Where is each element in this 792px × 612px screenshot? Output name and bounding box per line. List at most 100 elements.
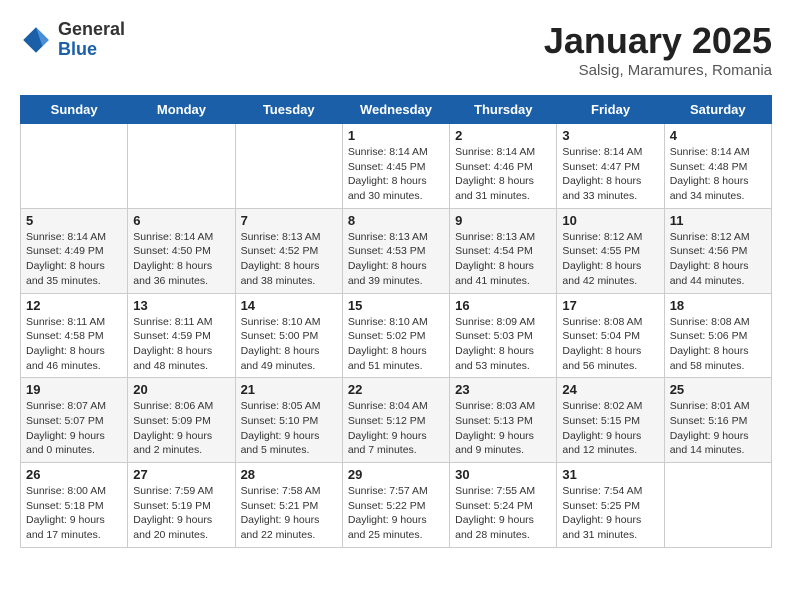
table-row: 9 Sunrise: 8:13 AM Sunset: 4:54 PM Daylig…	[450, 208, 557, 293]
table-row: 31 Sunrise: 7:54 AM Sunset: 5:25 PM Dayli…	[557, 463, 664, 548]
logo-icon	[20, 24, 52, 56]
day-info: Sunrise: 8:14 AM Sunset: 4:45 PM Dayligh…	[348, 145, 444, 204]
table-row: 5 Sunrise: 8:14 AM Sunset: 4:49 PM Daylig…	[21, 208, 128, 293]
table-row: 19 Sunrise: 8:07 AM Sunset: 5:07 PM Dayli…	[21, 378, 128, 463]
day-info: Sunrise: 7:54 AM Sunset: 5:25 PM Dayligh…	[562, 484, 658, 543]
table-row: 7 Sunrise: 8:13 AM Sunset: 4:52 PM Daylig…	[235, 208, 342, 293]
col-thursday: Thursday	[450, 96, 557, 124]
col-tuesday: Tuesday	[235, 96, 342, 124]
day-number: 29	[348, 467, 444, 482]
table-row	[21, 124, 128, 209]
calendar-week-row: 26 Sunrise: 8:00 AM Sunset: 5:18 PM Dayli…	[21, 463, 772, 548]
day-info: Sunrise: 8:08 AM Sunset: 5:04 PM Dayligh…	[562, 315, 658, 374]
col-saturday: Saturday	[664, 96, 771, 124]
col-monday: Monday	[128, 96, 235, 124]
table-row: 17 Sunrise: 8:08 AM Sunset: 5:04 PM Dayli…	[557, 293, 664, 378]
day-number: 4	[670, 128, 766, 143]
table-row: 29 Sunrise: 7:57 AM Sunset: 5:22 PM Dayli…	[342, 463, 449, 548]
table-row: 26 Sunrise: 8:00 AM Sunset: 5:18 PM Dayli…	[21, 463, 128, 548]
col-wednesday: Wednesday	[342, 96, 449, 124]
day-info: Sunrise: 8:12 AM Sunset: 4:56 PM Dayligh…	[670, 230, 766, 289]
table-row: 24 Sunrise: 8:02 AM Sunset: 5:15 PM Dayli…	[557, 378, 664, 463]
day-info: Sunrise: 8:14 AM Sunset: 4:50 PM Dayligh…	[133, 230, 229, 289]
day-number: 22	[348, 382, 444, 397]
table-row: 22 Sunrise: 8:04 AM Sunset: 5:12 PM Dayli…	[342, 378, 449, 463]
table-row: 4 Sunrise: 8:14 AM Sunset: 4:48 PM Daylig…	[664, 124, 771, 209]
table-row	[235, 124, 342, 209]
day-info: Sunrise: 8:10 AM Sunset: 5:02 PM Dayligh…	[348, 315, 444, 374]
table-row: 10Sunrise: 8:12 AM Sunset: 4:55 PM Dayli…	[557, 208, 664, 293]
day-info: Sunrise: 8:09 AM Sunset: 5:03 PM Dayligh…	[455, 315, 551, 374]
day-info: Sunrise: 8:11 AM Sunset: 4:59 PM Dayligh…	[133, 315, 229, 374]
day-number: 2	[455, 128, 551, 143]
day-info: Sunrise: 8:02 AM Sunset: 5:15 PM Dayligh…	[562, 399, 658, 458]
day-number: 12	[26, 298, 122, 313]
day-info: Sunrise: 8:10 AM Sunset: 5:00 PM Dayligh…	[241, 315, 337, 374]
day-number: 20	[133, 382, 229, 397]
day-number: 5	[26, 213, 122, 228]
table-row: 23Sunrise: 8:03 AM Sunset: 5:13 PM Dayli…	[450, 378, 557, 463]
location-subtitle: Salsig, Maramures, Romania	[544, 62, 772, 79]
day-info: Sunrise: 7:57 AM Sunset: 5:22 PM Dayligh…	[348, 484, 444, 543]
day-info: Sunrise: 8:14 AM Sunset: 4:46 PM Dayligh…	[455, 145, 551, 204]
day-info: Sunrise: 8:08 AM Sunset: 5:06 PM Dayligh…	[670, 315, 766, 374]
day-number: 23	[455, 382, 551, 397]
title-block: January 2025 Salsig, Maramures, Romania	[544, 20, 772, 79]
day-number: 1	[348, 128, 444, 143]
day-number: 17	[562, 298, 658, 313]
table-row: 14 Sunrise: 8:10 AM Sunset: 5:00 PM Dayli…	[235, 293, 342, 378]
logo: General Blue	[20, 20, 125, 60]
day-number: 3	[562, 128, 658, 143]
day-number: 14	[241, 298, 337, 313]
day-info: Sunrise: 8:14 AM Sunset: 4:48 PM Dayligh…	[670, 145, 766, 204]
calendar-week-row: 12Sunrise: 8:11 AM Sunset: 4:58 PM Dayli…	[21, 293, 772, 378]
day-info: Sunrise: 8:06 AM Sunset: 5:09 PM Dayligh…	[133, 399, 229, 458]
day-number: 9	[455, 213, 551, 228]
day-info: Sunrise: 8:13 AM Sunset: 4:52 PM Dayligh…	[241, 230, 337, 289]
table-row	[664, 463, 771, 548]
table-row: 27Sunrise: 7:59 AM Sunset: 5:19 PM Dayli…	[128, 463, 235, 548]
day-info: Sunrise: 8:14 AM Sunset: 4:49 PM Dayligh…	[26, 230, 122, 289]
table-row: 28 Sunrise: 7:58 AM Sunset: 5:21 PM Dayli…	[235, 463, 342, 548]
day-number: 31	[562, 467, 658, 482]
table-row: 11Sunrise: 8:12 AM Sunset: 4:56 PM Dayli…	[664, 208, 771, 293]
page-header: General Blue January 2025 Salsig, Maramu…	[20, 20, 772, 79]
logo-general-text: General	[58, 20, 125, 40]
calendar-week-row: 19 Sunrise: 8:07 AM Sunset: 5:07 PM Dayli…	[21, 378, 772, 463]
table-row: 18Sunrise: 8:08 AM Sunset: 5:06 PM Dayli…	[664, 293, 771, 378]
day-info: Sunrise: 8:13 AM Sunset: 4:54 PM Dayligh…	[455, 230, 551, 289]
day-info: Sunrise: 7:55 AM Sunset: 5:24 PM Dayligh…	[455, 484, 551, 543]
day-number: 28	[241, 467, 337, 482]
calendar-week-row: 1 Sunrise: 8:14 AM Sunset: 4:45 PM Daylig…	[21, 124, 772, 209]
table-row: 25 Sunrise: 8:01 AM Sunset: 5:16 PM Dayli…	[664, 378, 771, 463]
calendar-header-row: Sunday Monday Tuesday Wednesday Thursday…	[21, 96, 772, 124]
day-number: 26	[26, 467, 122, 482]
table-row: 8Sunrise: 8:13 AM Sunset: 4:53 PM Daylig…	[342, 208, 449, 293]
table-row: 16Sunrise: 8:09 AM Sunset: 5:03 PM Dayli…	[450, 293, 557, 378]
day-info: Sunrise: 8:07 AM Sunset: 5:07 PM Dayligh…	[26, 399, 122, 458]
day-number: 6	[133, 213, 229, 228]
day-info: Sunrise: 7:58 AM Sunset: 5:21 PM Dayligh…	[241, 484, 337, 543]
day-number: 30	[455, 467, 551, 482]
day-info: Sunrise: 8:01 AM Sunset: 5:16 PM Dayligh…	[670, 399, 766, 458]
day-number: 24	[562, 382, 658, 397]
logo-blue-text: Blue	[58, 40, 125, 60]
table-row: 1 Sunrise: 8:14 AM Sunset: 4:45 PM Daylig…	[342, 124, 449, 209]
day-info: Sunrise: 7:59 AM Sunset: 5:19 PM Dayligh…	[133, 484, 229, 543]
table-row: 15 Sunrise: 8:10 AM Sunset: 5:02 PM Dayli…	[342, 293, 449, 378]
day-info: Sunrise: 8:00 AM Sunset: 5:18 PM Dayligh…	[26, 484, 122, 543]
calendar-week-row: 5 Sunrise: 8:14 AM Sunset: 4:49 PM Daylig…	[21, 208, 772, 293]
col-sunday: Sunday	[21, 96, 128, 124]
month-title: January 2025	[544, 20, 772, 62]
day-info: Sunrise: 8:04 AM Sunset: 5:12 PM Dayligh…	[348, 399, 444, 458]
day-number: 15	[348, 298, 444, 313]
day-number: 21	[241, 382, 337, 397]
day-info: Sunrise: 8:05 AM Sunset: 5:10 PM Dayligh…	[241, 399, 337, 458]
day-number: 10	[562, 213, 658, 228]
day-number: 25	[670, 382, 766, 397]
table-row: 30 Sunrise: 7:55 AM Sunset: 5:24 PM Dayli…	[450, 463, 557, 548]
day-number: 19	[26, 382, 122, 397]
table-row: 6 Sunrise: 8:14 AM Sunset: 4:50 PM Daylig…	[128, 208, 235, 293]
day-number: 7	[241, 213, 337, 228]
calendar-table: Sunday Monday Tuesday Wednesday Thursday…	[20, 95, 772, 548]
